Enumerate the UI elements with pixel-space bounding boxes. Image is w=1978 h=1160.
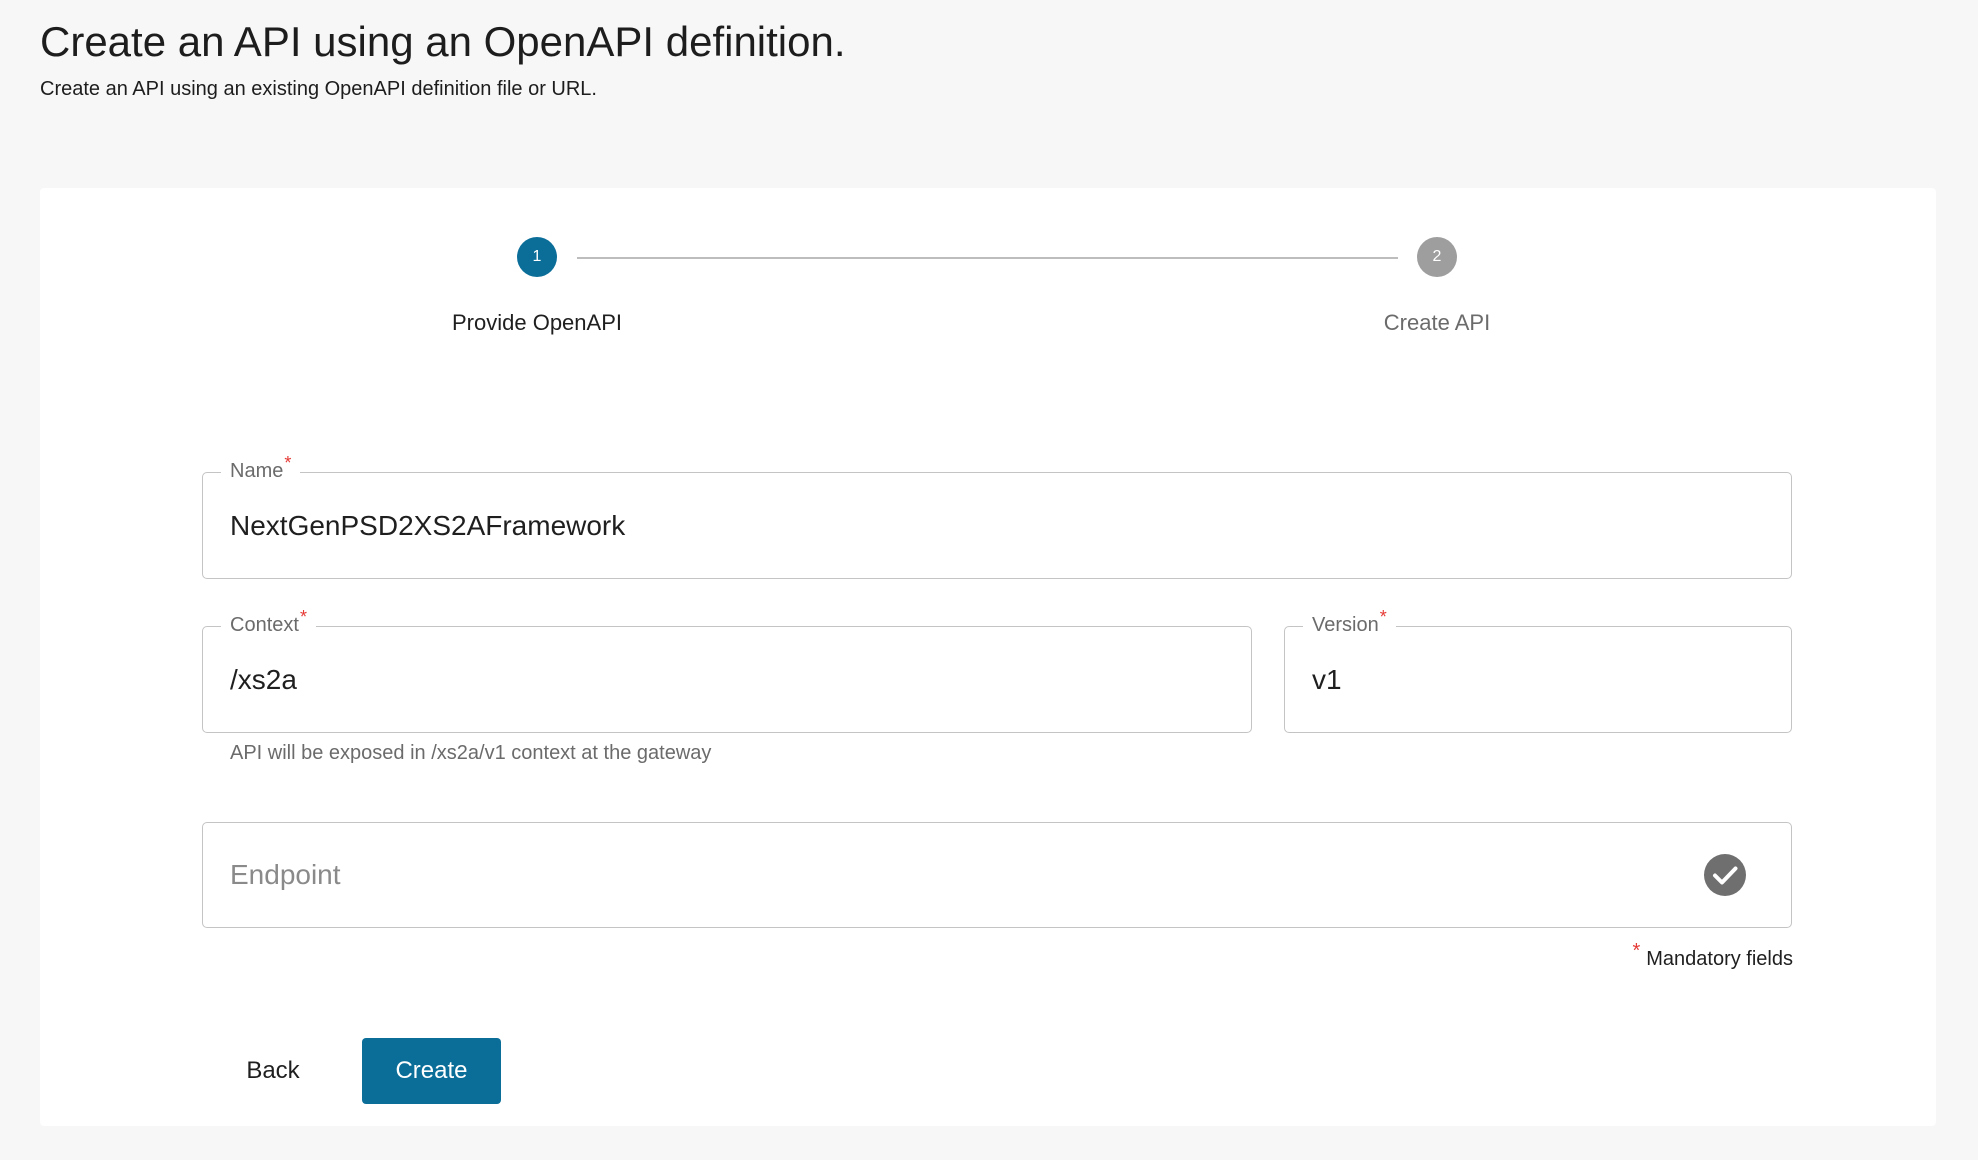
endpoint-field[interactable]: Endpoint bbox=[202, 822, 1792, 928]
endpoint-input[interactable]: Endpoint bbox=[230, 823, 341, 927]
step-2-label: Create API bbox=[1383, 310, 1491, 335]
form-card: 1 2 Provide OpenAPI Create API Name* Nex… bbox=[40, 188, 1936, 1126]
page-subtitle: Create an API using an existing OpenAPI … bbox=[40, 78, 597, 100]
mandatory-fields-note: * Mandatory fields bbox=[1631, 941, 1793, 971]
check-circle-icon bbox=[1704, 854, 1746, 896]
version-input[interactable]: v1 bbox=[1312, 627, 1342, 732]
context-input[interactable]: /xs2a bbox=[230, 627, 297, 732]
required-mark: * bbox=[284, 453, 292, 474]
required-mark: * bbox=[299, 607, 307, 628]
page-title: Create an API using an OpenAPI definitio… bbox=[40, 18, 846, 65]
name-input[interactable]: NextGenPSD2XS2AFramework bbox=[230, 473, 625, 578]
mandatory-fields-text: Mandatory fields bbox=[1646, 948, 1793, 970]
create-button[interactable]: Create bbox=[362, 1038, 501, 1104]
step-1-indicator: 1 bbox=[517, 237, 557, 277]
context-field[interactable]: Context* /xs2a bbox=[202, 608, 1252, 733]
step-2-indicator: 2 bbox=[1417, 237, 1457, 277]
required-mark: * bbox=[1632, 940, 1641, 963]
step-1-label: Provide OpenAPI bbox=[452, 310, 622, 335]
context-helper-text: API will be exposed in /xs2a/v1 context … bbox=[230, 742, 712, 764]
page-header: Create an API using an OpenAPI definitio… bbox=[40, 14, 846, 101]
version-field[interactable]: Version* v1 bbox=[1284, 608, 1792, 733]
name-field[interactable]: Name* NextGenPSD2XS2AFramework bbox=[202, 454, 1792, 579]
required-mark: * bbox=[1379, 607, 1387, 628]
step-connector bbox=[577, 257, 1398, 259]
back-button[interactable]: Back bbox=[226, 1038, 320, 1104]
